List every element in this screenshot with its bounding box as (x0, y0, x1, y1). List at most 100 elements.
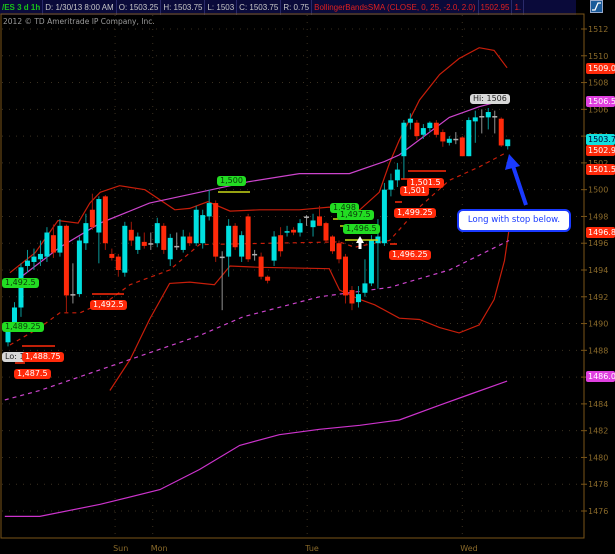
candle-body (414, 122, 420, 137)
candle (414, 120, 420, 141)
candle (154, 217, 160, 248)
y-tick-label: 1490 (588, 320, 608, 329)
candle (505, 139, 511, 150)
candle (472, 110, 478, 143)
green-price-label: 1,500 (217, 176, 246, 186)
candle-body (330, 236, 335, 252)
y-tick-label: 1508 (588, 79, 608, 88)
candle-body (278, 235, 284, 252)
candle (70, 263, 76, 304)
candle-body (122, 225, 128, 273)
candle-body (485, 112, 491, 118)
candle (239, 231, 245, 262)
candle-body (50, 235, 56, 253)
candle-body (37, 253, 43, 260)
y-tick-label: 1484 (588, 400, 608, 409)
candle-body (342, 256, 348, 296)
candle (174, 232, 180, 250)
candle (492, 110, 498, 134)
candle-body (284, 231, 290, 233)
candle-body (479, 116, 485, 118)
candle-body (433, 122, 439, 135)
candle (148, 232, 154, 250)
candle (310, 213, 316, 237)
candle (401, 120, 407, 179)
candle (297, 219, 303, 237)
candle-body (245, 216, 251, 260)
candle (141, 232, 147, 249)
candle-body (401, 122, 407, 157)
y-tick-label: 1496 (588, 239, 608, 248)
green-price-label: 1,492.5 (2, 278, 39, 288)
candle (161, 223, 167, 254)
green-price-label: 1,496.5 (343, 224, 380, 234)
candle-body (466, 120, 472, 157)
candle-body (200, 215, 206, 244)
candle (245, 213, 251, 262)
y-tick-label: 1510 (588, 52, 608, 61)
candle-body (252, 253, 258, 256)
price-badge: 1502.95 (586, 144, 615, 156)
candle-body (388, 180, 394, 190)
candle-body (427, 122, 433, 129)
x-day-label: Tue (305, 544, 319, 553)
candle (330, 235, 335, 254)
candle-body (219, 256, 225, 259)
callout-arrow-icon (505, 154, 528, 206)
candle (128, 221, 134, 246)
candle-body (355, 294, 361, 303)
y-tick-label: 1494 (588, 266, 608, 275)
high-label: Hi: 1506 (470, 94, 510, 104)
long-ma-line (4, 380, 508, 518)
candle-body (271, 236, 277, 261)
y-tick-label: 1498 (588, 212, 608, 221)
candle (355, 286, 361, 308)
red-price-label: 1,492.5 (90, 300, 127, 310)
price-badge: 1503.75 (586, 133, 615, 145)
candle (167, 233, 173, 266)
candle-body (102, 196, 108, 244)
candle (96, 196, 102, 264)
candle (180, 229, 186, 253)
candle-body (63, 225, 69, 296)
candle (336, 240, 342, 264)
candle-body (44, 232, 50, 257)
y-tick-label: 1512 (588, 25, 608, 34)
candle (122, 221, 128, 277)
red-price-label: 1,499.25 (394, 208, 436, 218)
candle (271, 231, 277, 266)
green-price-label: 1,489.25 (2, 322, 44, 332)
price-badge: 1509.07 (586, 62, 615, 74)
candle-body (505, 139, 511, 147)
candle-body (368, 240, 374, 284)
candle-body (154, 223, 160, 244)
candle (18, 263, 24, 317)
candle-body (362, 283, 368, 293)
candle-body (265, 276, 271, 281)
candle-body (57, 225, 63, 253)
candle (193, 205, 199, 246)
price-chart[interactable]: 1476147814801482148414861488149014921494… (0, 0, 615, 554)
candle-body (174, 245, 180, 248)
candle (459, 136, 465, 157)
price-badge: 1506.58 (586, 96, 615, 108)
y-tick-label: 1482 (588, 427, 608, 436)
candle (63, 224, 69, 313)
candle (115, 253, 121, 277)
candle-body (407, 118, 413, 123)
candle-body (453, 138, 459, 141)
candle-body (161, 225, 167, 250)
candle-body (472, 117, 478, 122)
candle (265, 275, 271, 284)
candle-body (232, 225, 238, 248)
candle (284, 225, 290, 237)
trade-callout: Long with stop below. (457, 209, 571, 232)
candle-body (291, 229, 297, 233)
candle-body (258, 256, 264, 277)
x-day-label: Wed (460, 544, 478, 553)
candle-body (141, 241, 147, 246)
candle-body (323, 223, 329, 241)
candle (304, 215, 310, 226)
candle (485, 107, 491, 130)
candle (291, 227, 297, 236)
